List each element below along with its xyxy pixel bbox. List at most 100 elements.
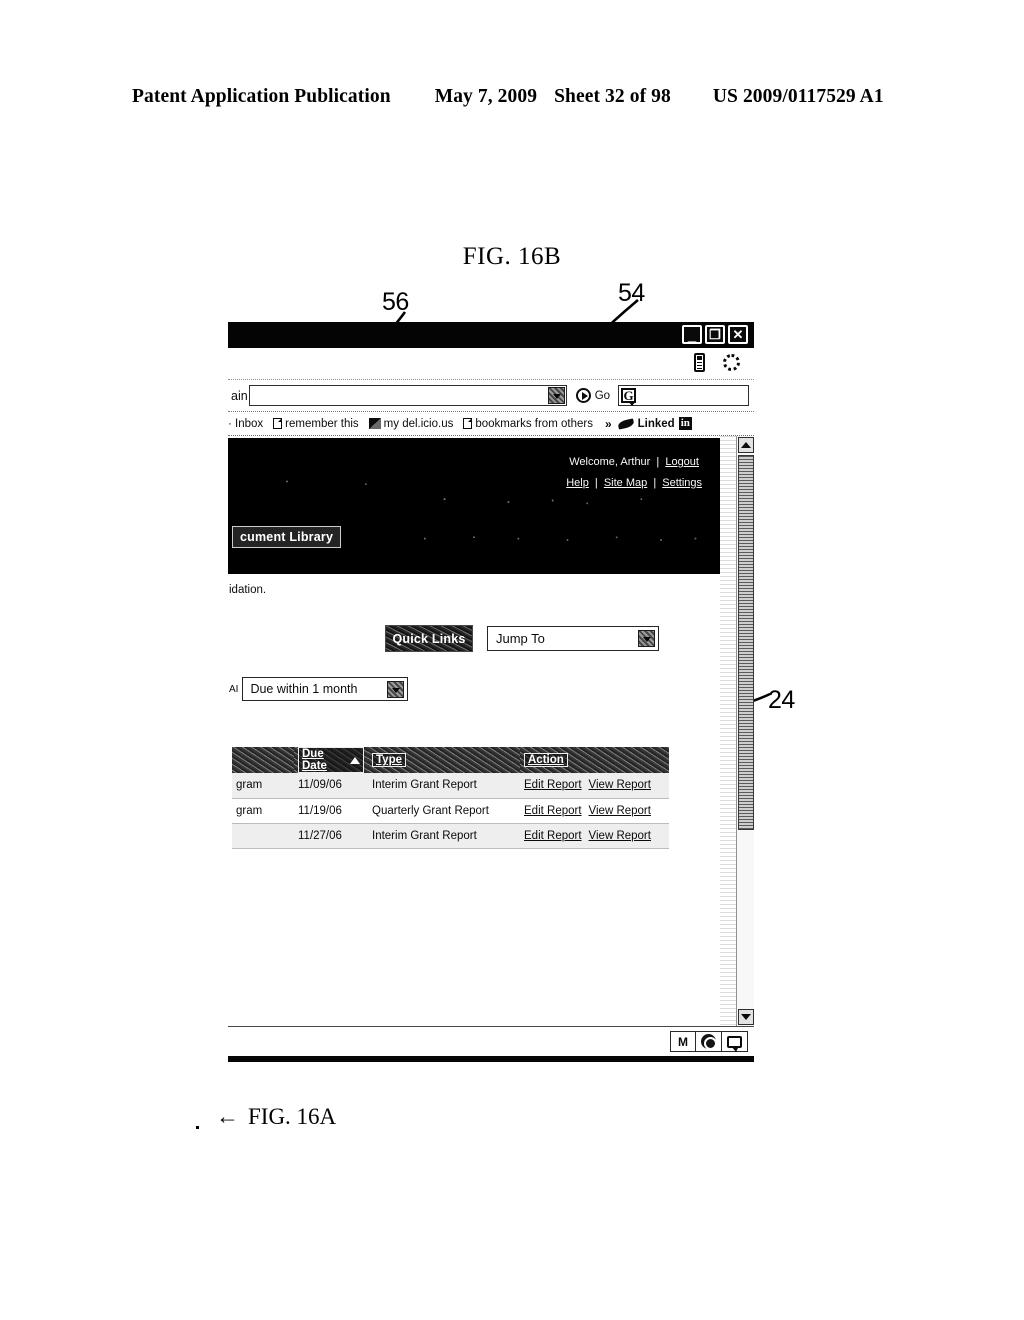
bookmark-remember-this[interactable]: remember this <box>273 418 359 430</box>
chevron-down-icon[interactable] <box>387 680 405 698</box>
page-edge-texture <box>720 436 736 1026</box>
go-arrow-icon <box>575 388 591 403</box>
edit-report-link[interactable]: Edit Report <box>524 779 582 791</box>
address-dropdown-icon[interactable] <box>547 387 565 404</box>
mail-status-button[interactable]: M <box>670 1031 696 1052</box>
figure-title: FIG. 16B <box>462 243 562 270</box>
body-text-fragment: idation. <box>229 584 267 596</box>
due-filter-select[interactable]: Due within 1 month <box>242 677 409 701</box>
bookmark-label: · Inbox <box>228 417 264 430</box>
bookmark-label: remember this <box>285 417 359 430</box>
cell-action: Edit Report View Report <box>520 798 669 824</box>
due-filter-row: AI Due within 1 month <box>229 677 409 701</box>
search-input[interactable]: G <box>618 385 750 406</box>
cell-program: gram <box>232 773 294 799</box>
address-input[interactable] <box>248 385 567 406</box>
maximize-icon: ❐ <box>709 327 721 342</box>
jump-to-select[interactable]: Jump To <box>487 626 659 651</box>
reference-numeral-56: 56 <box>382 288 409 316</box>
bookmark-linkedin[interactable]: Linked in <box>616 417 692 430</box>
close-icon: ✕ <box>732 327 744 342</box>
table-row[interactable]: gram 11/19/06 Quarterly Grant Report Edi… <box>232 798 669 824</box>
phone-icon[interactable] <box>694 353 705 372</box>
cell-type: Interim Grant Report <box>368 823 520 849</box>
view-report-link[interactable]: View Report <box>589 830 651 842</box>
settings-link[interactable]: Settings <box>662 477 702 489</box>
figure-continuation-label: FIG. 16A <box>248 1104 337 1129</box>
column-header-program <box>232 747 294 773</box>
minimize-icon: _ <box>687 327 697 344</box>
mail-icon: M <box>678 1034 688 1049</box>
bookmark-label: my del.icio.us <box>383 417 454 430</box>
view-report-link[interactable]: View Report <box>589 779 651 791</box>
bookmark-label: bookmarks from others <box>475 417 593 430</box>
chevron-up-icon <box>741 442 751 448</box>
close-button[interactable]: ✕ <box>728 325 748 344</box>
table-row[interactable]: 11/27/06 Interim Grant Report Edit Repor… <box>232 823 669 849</box>
page-icon <box>273 418 283 429</box>
bookmark-label: Linked <box>637 417 675 430</box>
quick-links-button[interactable]: Quick Links <box>385 625 473 652</box>
left-arrow-icon: ← <box>216 1104 239 1129</box>
page-icon <box>463 418 473 429</box>
column-header-due-date[interactable]: Due Date <box>294 747 368 773</box>
bookmark-my-delicious[interactable]: my del.icio.us <box>368 417 454 430</box>
edit-report-link[interactable]: Edit Report <box>524 830 582 842</box>
column-header-type[interactable]: Type <box>368 747 520 773</box>
cell-due-date: 11/27/06 <box>294 823 368 849</box>
zone-status-button[interactable] <box>696 1031 722 1052</box>
address-bar-row: ain Go G <box>228 380 754 412</box>
globe-icon <box>701 1034 717 1050</box>
column-header-label: Due Date <box>302 748 327 772</box>
separator: | <box>653 477 657 489</box>
linkedin-icon: in <box>678 417 692 430</box>
tab-document-library[interactable]: cument Library <box>232 526 342 548</box>
window-base-bar <box>228 1056 754 1062</box>
separator: | <box>594 477 598 489</box>
swoosh-icon <box>616 417 635 430</box>
go-button[interactable]: Go <box>575 388 611 403</box>
chat-bubble-icon <box>727 1035 742 1052</box>
help-row: Help | Site Map | Settings <box>566 473 702 494</box>
help-link[interactable]: Help <box>566 477 589 489</box>
window-controls: _ ❐ ✕ <box>682 325 748 344</box>
publication-date: May 7, 2009 <box>434 86 538 107</box>
publication-label: Patent Application Publication <box>132 86 391 107</box>
cell-due-date: 11/09/06 <box>294 773 368 799</box>
bookmarks-overflow-button[interactable]: » <box>605 417 612 431</box>
account-bar: Welcome, Arthur | Logout Help | Site Map… <box>566 452 702 494</box>
patent-page-header: Patent Application Publication May 7, 20… <box>132 86 892 112</box>
browser-title-bar: _ ❐ ✕ <box>228 322 754 348</box>
cell-program <box>232 823 294 849</box>
go-button-label: Go <box>594 389 611 402</box>
column-header-label: Action <box>524 753 568 767</box>
browser-window: _ ❐ ✕ ain Go G · Inbox remember this my … <box>228 322 754 1062</box>
stray-mark <box>196 1126 199 1129</box>
view-report-link[interactable]: View Report <box>589 805 651 817</box>
cell-action: Edit Report View Report <box>520 823 669 849</box>
maximize-button[interactable]: ❐ <box>705 325 725 344</box>
chat-status-button[interactable] <box>722 1031 748 1052</box>
reports-table: Due Date Type Action gram 11/09/06 Inter… <box>232 747 669 849</box>
quick-links-row: Quick Links Jump To <box>385 625 659 652</box>
welcome-text: Welcome, Arthur <box>569 456 651 468</box>
welcome-row: Welcome, Arthur | Logout <box>566 452 702 473</box>
minimize-button[interactable]: _ <box>682 325 702 344</box>
cell-type: Interim Grant Report <box>368 773 520 799</box>
scroll-down-button[interactable] <box>738 1009 754 1025</box>
scroll-up-button[interactable] <box>738 437 754 453</box>
chevron-down-icon[interactable] <box>638 630 655 647</box>
figure-continuation-caption: ← FIG. 16A <box>216 1104 336 1130</box>
table-row[interactable]: gram 11/09/06 Interim Grant Report Edit … <box>232 773 669 799</box>
reference-numeral-24: 24 <box>768 686 795 714</box>
site-map-link[interactable]: Site Map <box>604 477 647 489</box>
edit-report-link[interactable]: Edit Report <box>524 805 582 817</box>
table-header-row: Due Date Type Action <box>232 747 669 773</box>
vertical-scrollbar[interactable] <box>736 436 754 1026</box>
bookmark-inbox[interactable]: · Inbox <box>228 418 263 430</box>
gear-icon[interactable] <box>723 354 740 371</box>
logout-link[interactable]: Logout <box>665 456 699 468</box>
bookmark-bookmarks-from-others[interactable]: bookmarks from others <box>463 418 593 430</box>
due-filter-value: Due within 1 month <box>250 682 358 696</box>
scrollbar-thumb[interactable] <box>738 455 754 830</box>
